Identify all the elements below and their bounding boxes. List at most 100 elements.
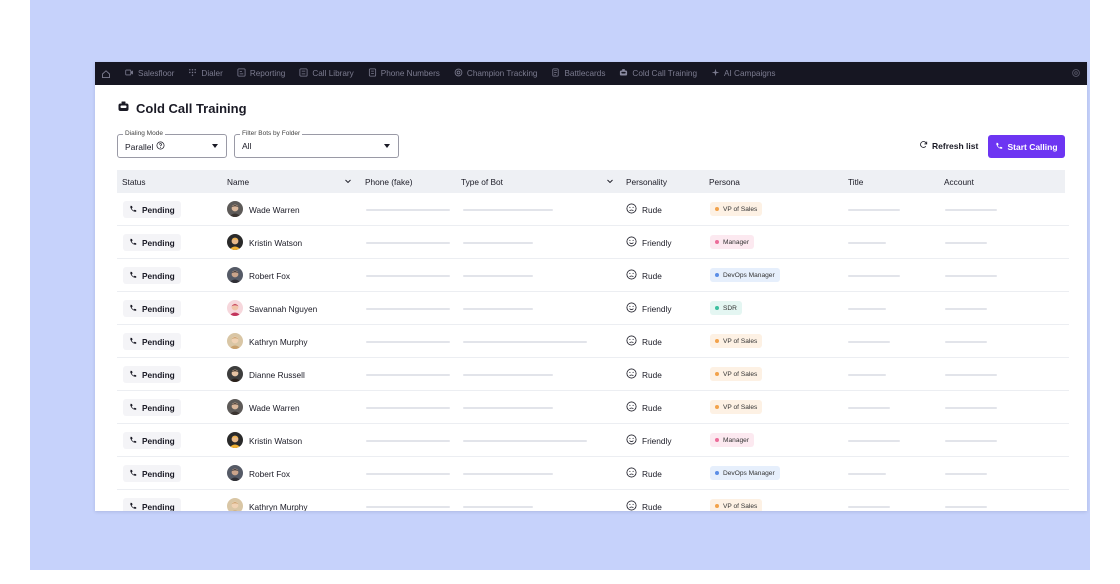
- phone-placeholder: [366, 374, 450, 376]
- chevron-down-icon[interactable]: [344, 177, 352, 185]
- status-badge[interactable]: Pending: [123, 267, 181, 284]
- status-badge[interactable]: Pending: [123, 366, 181, 383]
- backdrop: Salesfloor Dialer Reporting Call Library Pho…: [30, 0, 1090, 570]
- bot-type-placeholder: [463, 308, 533, 310]
- persona-label: DevOps Manager: [723, 469, 775, 477]
- chevron-down-icon[interactable]: [606, 177, 614, 185]
- nav-item-ai-campaigns[interactable]: AI Campaigns: [711, 68, 775, 79]
- phone-icon: [129, 304, 137, 314]
- nav-item-reporting[interactable]: Reporting: [237, 68, 285, 79]
- phone-placeholder: [366, 308, 450, 310]
- persona-label: VP of Sales: [723, 403, 758, 411]
- refresh-list-button[interactable]: Refresh list: [919, 140, 978, 151]
- dialing-mode-select[interactable]: Dialing Mode Parallel: [117, 130, 227, 158]
- status-badge[interactable]: Pending: [123, 432, 181, 449]
- account-placeholder: [945, 308, 987, 310]
- status-badge[interactable]: Pending: [123, 234, 181, 251]
- gear-icon[interactable]: [1071, 68, 1081, 80]
- bot-icon: [117, 100, 130, 116]
- dialpad-icon: [188, 68, 197, 79]
- avatar: [227, 432, 243, 448]
- column-header-bot-type[interactable]: Type of Bot: [461, 177, 503, 187]
- page-title: Cold Call Training: [117, 100, 247, 116]
- bot-folder-select[interactable]: Filter Bots by Folder All: [234, 130, 399, 158]
- contact-name: Robert Fox: [249, 469, 291, 479]
- table-row[interactable]: Pending Wade Warren Rude VP of Sales: [117, 391, 1069, 424]
- nav-item-phone-numbers[interactable]: Phone Numbers: [368, 68, 440, 79]
- account-placeholder: [945, 473, 987, 475]
- nav-item-champion-tracking[interactable]: Champion Tracking: [454, 68, 537, 79]
- status-label: Pending: [142, 204, 175, 215]
- contact-name: Robert Fox: [249, 271, 291, 281]
- personality-label: Rude: [642, 369, 662, 380]
- avatar: [227, 234, 243, 250]
- status-badge[interactable]: Pending: [123, 201, 181, 218]
- table-row[interactable]: Pending Robert Fox Rude DevOps Manager: [117, 259, 1069, 292]
- nav-item-cold-call-training[interactable]: Cold Call Training: [619, 68, 697, 79]
- persona-badge: VP of Sales: [710, 334, 763, 348]
- column-header-status[interactable]: Status: [122, 177, 146, 187]
- column-header-phone[interactable]: Phone (fake): [365, 177, 413, 187]
- avatar: [227, 267, 243, 283]
- table-row[interactable]: Pending Wade Warren Rude VP of Sales: [117, 193, 1069, 226]
- phone-icon: [129, 205, 137, 215]
- home-icon[interactable]: [101, 69, 111, 79]
- start-calling-button[interactable]: Start Calling: [988, 135, 1065, 158]
- persona-label: VP of Sales: [723, 502, 758, 510]
- status-badge[interactable]: Pending: [123, 498, 181, 511]
- frown-face-icon: [626, 335, 637, 348]
- bot-type-placeholder: [463, 209, 553, 211]
- column-header-name[interactable]: Name: [227, 177, 249, 187]
- account-placeholder: [945, 440, 997, 442]
- chevron-down-icon: [384, 144, 390, 148]
- personality-cell: Rude: [626, 500, 662, 511]
- personality-label: Rude: [642, 336, 662, 347]
- column-header-account[interactable]: Account: [944, 177, 974, 187]
- table-row[interactable]: Pending Kristin Watson Friendly Manager: [117, 226, 1069, 259]
- persona-badge: VP of Sales: [710, 499, 763, 511]
- title-placeholder: [848, 275, 900, 277]
- persona-dot: [715, 372, 719, 376]
- library-icon: [299, 68, 308, 79]
- persona-badge: DevOps Manager: [710, 268, 780, 282]
- column-header-persona[interactable]: Persona: [709, 177, 740, 187]
- column-header-title[interactable]: Title: [848, 177, 863, 187]
- avatar: [227, 201, 243, 217]
- phone-icon: [129, 370, 137, 380]
- persona-badge: DevOps Manager: [710, 466, 780, 480]
- personality-cell: Rude: [626, 401, 662, 414]
- table-row[interactable]: Pending Kristin Watson Friendly Manager: [117, 424, 1069, 457]
- status-badge[interactable]: Pending: [123, 399, 181, 416]
- frown-face-icon: [626, 368, 637, 381]
- account-placeholder: [945, 374, 997, 376]
- phone-placeholder: [366, 473, 450, 475]
- title-placeholder: [848, 209, 900, 211]
- personality-label: Rude: [642, 501, 662, 512]
- column-header-personality[interactable]: Personality: [626, 177, 667, 187]
- persona-dot: [715, 438, 719, 442]
- account-placeholder: [945, 275, 997, 277]
- table-row[interactable]: Pending Kathryn Murphy Rude VP of Sales: [117, 490, 1069, 511]
- bot-icon: [619, 68, 628, 79]
- phone-placeholder: [366, 407, 450, 409]
- status-badge[interactable]: Pending: [123, 333, 181, 350]
- nav-item-battlecards[interactable]: Battlecards: [551, 68, 605, 79]
- nav-item-dialer[interactable]: Dialer: [188, 68, 223, 79]
- nav-item-salesfloor[interactable]: Salesfloor: [125, 68, 174, 79]
- table-row[interactable]: Pending Savannah Nguyen Friendly SDR: [117, 292, 1069, 325]
- title-placeholder: [848, 308, 886, 310]
- refresh-icon: [919, 140, 928, 151]
- status-badge[interactable]: Pending: [123, 300, 181, 317]
- table-row[interactable]: Pending Dianne Russell Rude VP of Sales: [117, 358, 1069, 391]
- phone-icon: [129, 436, 137, 446]
- table-row[interactable]: Pending Robert Fox Rude DevOps Manager: [117, 457, 1069, 490]
- nav-item-label: Cold Call Training: [632, 69, 698, 78]
- contact-name: Kathryn Murphy: [249, 502, 308, 511]
- nav-item-call-library[interactable]: Call Library: [299, 68, 354, 79]
- phone-placeholder: [366, 275, 450, 277]
- phone-placeholder: [366, 242, 450, 244]
- table-row[interactable]: Pending Kathryn Murphy Rude VP of Sales: [117, 325, 1069, 358]
- table-header: Status Name Phone (fake) Type of Bot Per…: [117, 170, 1065, 193]
- help-icon[interactable]: [156, 141, 165, 152]
- status-badge[interactable]: Pending: [123, 465, 181, 482]
